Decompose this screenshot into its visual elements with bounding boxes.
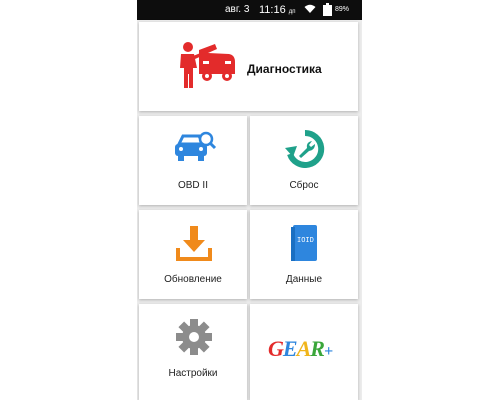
gear-icon: [175, 318, 213, 361]
update-tile[interactable]: Обновление: [139, 210, 247, 299]
logo-letter-r: R: [310, 336, 325, 361]
phone-screen: авг. 3 11:16 дп 89% Диагностика OBD II С…: [137, 0, 362, 400]
car-search-icon: [173, 130, 217, 171]
settings-tile[interactable]: Настройки: [139, 304, 247, 400]
logo-letter-g: G: [268, 336, 284, 361]
download-icon: [175, 224, 213, 267]
data-tile[interactable]: IOID Данные: [250, 210, 358, 299]
logo-letter-a: A: [296, 336, 312, 361]
gear-plus-tile[interactable]: GEAR+: [250, 304, 358, 400]
mechanic-car-icon: [177, 40, 237, 95]
reset-tile[interactable]: Сброс: [250, 116, 358, 205]
gear-plus-logo: GEAR+: [268, 336, 333, 362]
status-bar: авг. 3 11:16 дп 89%: [137, 0, 362, 20]
battery-icon: [323, 3, 332, 16]
settings-label: Настройки: [168, 368, 218, 379]
reset-label: Сброс: [289, 180, 319, 191]
status-time: 11:16 дп: [259, 4, 296, 16]
logo-plus: +: [323, 343, 333, 360]
diagnostics-label: Диагностика: [247, 62, 322, 76]
diagnostics-tile[interactable]: Диагностика: [139, 22, 358, 111]
obd-label: OBD II: [177, 180, 208, 191]
status-time-value: 11:16: [259, 4, 286, 16]
reset-wrench-icon: [285, 129, 325, 173]
status-time-suffix: дп: [288, 9, 296, 15]
battery-percent: 89%: [335, 6, 350, 13]
obd-tile[interactable]: OBD II: [139, 116, 247, 205]
status-date: авг. 3: [225, 4, 250, 15]
update-label: Обновление: [164, 274, 222, 285]
wifi-icon: [304, 4, 316, 17]
data-label: Данные: [285, 274, 323, 285]
logo-letter-e: E: [282, 336, 298, 361]
data-book-text: IOID: [297, 237, 314, 245]
data-book-icon: IOID: [289, 223, 319, 263]
